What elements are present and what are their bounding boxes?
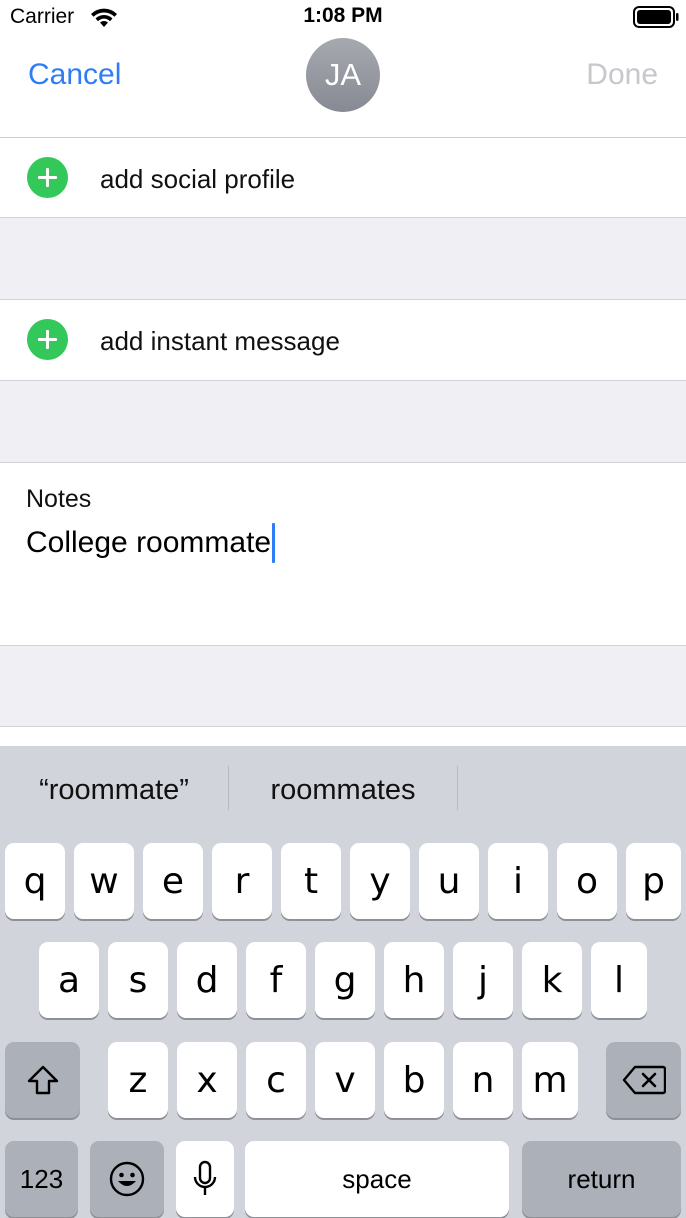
done-button[interactable]: Done [586,58,658,92]
key-p[interactable]: p [626,843,681,919]
key-d[interactable]: d [177,942,237,1018]
cancel-button[interactable]: Cancel [28,58,121,92]
numbers-key[interactable]: 123 [5,1141,78,1217]
backspace-key[interactable] [606,1042,681,1118]
key-i[interactable]: i [488,843,548,919]
key-u[interactable]: u [419,843,479,919]
notes-row[interactable]: Notes College roommate [0,463,686,646]
key-s[interactable]: s [108,942,168,1018]
shift-icon [27,1065,58,1095]
key-q[interactable]: q [5,843,65,919]
suggestion-item[interactable]: “roommate” [0,774,228,807]
status-bar: Carrier 1:08 PM [0,0,686,34]
key-z[interactable]: z [108,1042,168,1118]
suggestion-bar: “roommate” roommates [0,746,686,836]
key-l[interactable]: l [591,942,647,1018]
key-n[interactable]: n [453,1042,513,1118]
space-key[interactable]: space [245,1141,509,1217]
key-o[interactable]: o [557,843,617,919]
battery-icon [633,6,679,28]
notes-field[interactable]: College roommate [26,523,276,563]
emoji-key[interactable] [90,1141,164,1217]
emoji-icon [109,1161,145,1197]
avatar[interactable]: JA [306,38,380,112]
backspace-icon [622,1065,666,1095]
notes-value: College roommate [26,526,272,559]
key-f[interactable]: f [246,942,306,1018]
add-social-profile-row[interactable]: add social profile [0,138,686,218]
key-g[interactable]: g [315,942,375,1018]
microphone-key[interactable] [176,1141,234,1217]
notes-label: Notes [26,485,92,513]
microphone-icon [193,1160,217,1195]
add-circle-icon[interactable] [27,319,68,360]
status-time: 1:08 PM [303,4,383,27]
text-cursor [272,523,276,563]
nav-bar: Cancel JA Done [0,34,686,138]
section-gap [0,380,686,463]
add-social-profile-label: add social profile [100,164,296,194]
key-m[interactable]: m [522,1042,578,1118]
key-c[interactable]: c [246,1042,306,1118]
key-x[interactable]: x [177,1042,237,1118]
suggestion-item[interactable]: roommates [229,774,457,807]
key-h[interactable]: h [384,942,444,1018]
key-j[interactable]: j [453,942,513,1018]
key-r[interactable]: r [212,843,272,919]
key-t[interactable]: t [281,843,341,919]
add-instant-message-row[interactable]: add instant message [0,300,686,380]
return-key[interactable]: return [522,1141,681,1217]
key-a[interactable]: a [39,942,99,1018]
suggestion-divider [457,766,458,810]
key-k[interactable]: k [522,942,582,1018]
key-v[interactable]: v [315,1042,375,1118]
key-w[interactable]: w [74,843,134,919]
key-b[interactable]: b [384,1042,444,1118]
section-gap [0,645,686,727]
avatar-initials: JA [324,57,362,92]
section-gap [0,217,686,300]
keyboard: “roommate” roommates q w e r t y u i o p… [0,746,686,1218]
add-instant-message-label: add instant message [100,326,340,356]
shift-key[interactable] [5,1042,80,1118]
key-e[interactable]: e [143,843,203,919]
key-y[interactable]: y [350,843,410,919]
add-circle-icon[interactable] [27,157,68,198]
